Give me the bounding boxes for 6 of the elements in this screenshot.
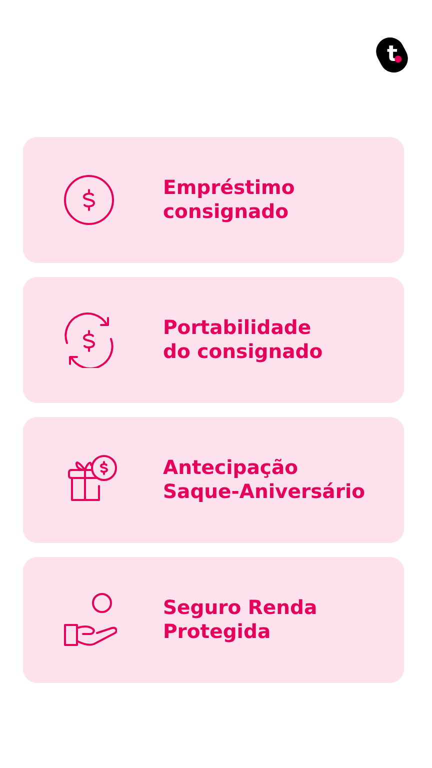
dollar-coin-icon — [61, 172, 117, 228]
hand-coin-icon — [61, 592, 117, 648]
option-card[interactable]: Antecipação Saque-Aniversário — [23, 417, 404, 543]
option-card[interactable]: Portabilidade do consignado — [23, 277, 404, 403]
option-card[interactable]: Empréstimo consignado — [23, 137, 404, 263]
option-card[interactable]: Seguro Renda Protegida — [23, 557, 404, 683]
